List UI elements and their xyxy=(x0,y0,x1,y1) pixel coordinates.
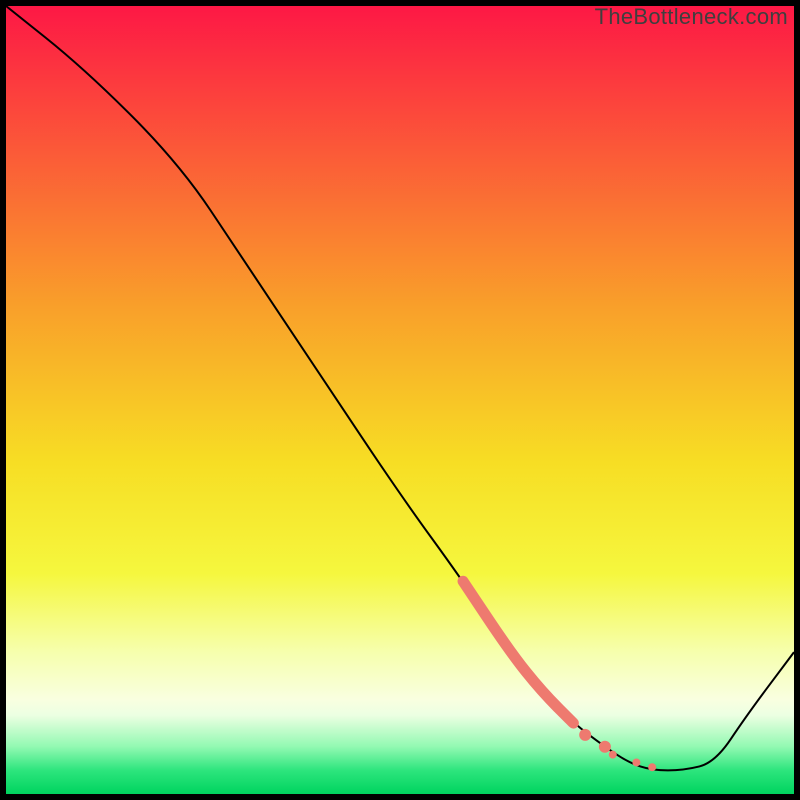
gradient-background xyxy=(6,6,794,794)
highlight-point xyxy=(632,758,640,766)
plot-area xyxy=(6,6,794,794)
chart-frame: TheBottleneck.com xyxy=(0,0,800,800)
watermark-text: TheBottleneck.com xyxy=(595,4,788,30)
highlight-point xyxy=(599,741,611,753)
highlight-point xyxy=(579,729,591,741)
highlight-point xyxy=(648,763,656,771)
chart-svg xyxy=(6,6,794,794)
highlight-point xyxy=(609,751,617,759)
